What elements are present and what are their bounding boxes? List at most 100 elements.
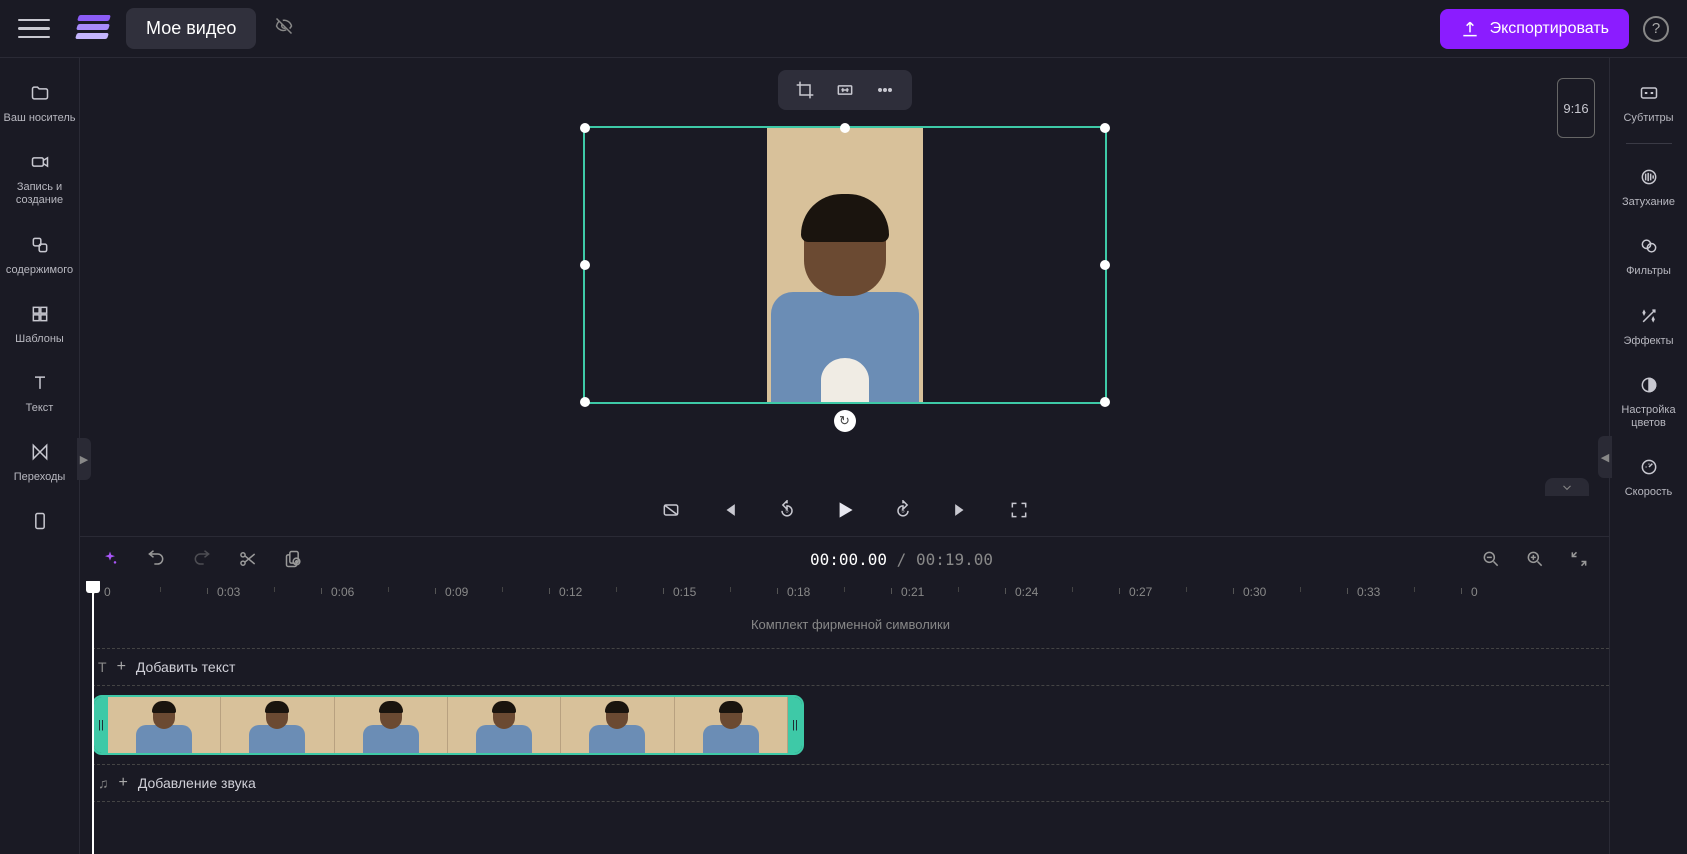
- play-button[interactable]: [831, 496, 859, 524]
- text-track-label: Добавить текст: [136, 659, 236, 675]
- current-time: 00:00.00: [810, 550, 887, 569]
- ruler-tick: 0: [1471, 585, 1478, 599]
- cc-icon: [1612, 80, 1685, 106]
- templates-icon: [2, 301, 77, 327]
- panel-label: Субтитры: [1612, 112, 1685, 125]
- resize-handle-tr[interactable]: [1100, 123, 1110, 133]
- sidebar-item-media[interactable]: Ваш носитель: [0, 70, 79, 139]
- rewind-5-button[interactable]: 5: [773, 496, 801, 524]
- safe-zones-button[interactable]: [657, 496, 685, 524]
- aspect-ratio-button[interactable]: 9:16: [1557, 78, 1595, 138]
- seek-start-button[interactable]: [715, 496, 743, 524]
- total-duration: 00:19.00: [916, 550, 993, 569]
- contrast-icon: [1612, 372, 1685, 398]
- video-track[interactable]: || ||: [92, 694, 1609, 756]
- fullscreen-button[interactable]: [1005, 496, 1033, 524]
- wand-icon: [1612, 303, 1685, 329]
- clip-trim-left[interactable]: ||: [94, 697, 108, 753]
- split-button[interactable]: [234, 545, 262, 573]
- sidebar-item-more[interactable]: [0, 498, 79, 548]
- resize-handle-tm[interactable]: [840, 123, 850, 133]
- panel-item-filters[interactable]: Фильтры: [1610, 223, 1687, 292]
- ruler-tick: 0:33: [1357, 585, 1380, 599]
- rotate-handle[interactable]: ↻: [834, 410, 856, 432]
- clip-thumbnails: [108, 697, 788, 753]
- panel-item-effects[interactable]: Эффекты: [1610, 293, 1687, 362]
- sidebar-item-text[interactable]: Текст: [0, 360, 79, 429]
- more-options-button[interactable]: [874, 79, 896, 101]
- ruler-tick: 0:21: [901, 585, 924, 599]
- visibility-off-icon[interactable]: [274, 16, 294, 41]
- add-icon: +: [119, 774, 128, 792]
- resize-handle-ml[interactable]: [580, 260, 590, 270]
- crop-button[interactable]: [794, 79, 816, 101]
- resize-handle-mr[interactable]: [1100, 260, 1110, 270]
- resize-handle-br[interactable]: [1100, 397, 1110, 407]
- ruler-tick: 0: [104, 585, 111, 599]
- panel-label: Затухание: [1612, 196, 1685, 209]
- right-sidebar: Субтитры Затухание Фильтры Эффекты Настр…: [1609, 58, 1687, 854]
- menu-button[interactable]: [18, 13, 50, 45]
- timecode-display: 00:00.00 / 00:19.00: [810, 550, 993, 569]
- seek-end-button[interactable]: [947, 496, 975, 524]
- app-logo[interactable]: [76, 15, 110, 43]
- music-icon: ♫: [98, 775, 109, 791]
- time-separator: /: [887, 550, 916, 569]
- audio-track[interactable]: ♫ + Добавление звука: [92, 764, 1609, 802]
- timeline-tracks[interactable]: 0 0:03 0:06 0:09 0:12 0:15 0:18 0:21 0:2…: [80, 581, 1609, 854]
- zoom-out-button[interactable]: [1477, 545, 1505, 573]
- camera-icon: [2, 149, 77, 175]
- audio-track-label: Добавление звука: [138, 775, 256, 791]
- forward-5-button[interactable]: 5: [889, 496, 917, 524]
- transitions-icon: [2, 439, 77, 465]
- clip-trim-right[interactable]: ||: [788, 697, 802, 753]
- ruler-tick: 0:12: [559, 585, 582, 599]
- main-content: 9:16 ↻ 5 5: [80, 58, 1609, 854]
- panel-item-color[interactable]: Настройка цветов: [1610, 362, 1687, 444]
- ruler-tick: 0:09: [445, 585, 468, 599]
- content-icon: [2, 232, 77, 258]
- panel-label: Скорость: [1612, 486, 1685, 499]
- time-ruler[interactable]: 0 0:03 0:06 0:09 0:12 0:15 0:18 0:21 0:2…: [92, 581, 1609, 609]
- fit-button[interactable]: [834, 79, 856, 101]
- panel-item-subtitles[interactable]: Субтитры: [1610, 70, 1687, 139]
- panel-item-fade[interactable]: Затухание: [1610, 154, 1687, 223]
- project-title[interactable]: Мое видео: [126, 8, 256, 49]
- export-label: Экспортировать: [1490, 20, 1609, 38]
- video-clip[interactable]: || ||: [92, 695, 804, 755]
- collapse-timeline-handle[interactable]: [1545, 478, 1589, 496]
- zoom-fit-button[interactable]: [1565, 545, 1593, 573]
- svg-text:5: 5: [901, 509, 904, 515]
- timeline-toolbar: 00:00.00 / 00:19.00: [80, 537, 1609, 581]
- app-header: Мое видео Экспортировать ?: [0, 0, 1687, 58]
- svg-text:5: 5: [785, 509, 788, 515]
- ruler-tick: 0:18: [787, 585, 810, 599]
- export-button[interactable]: Экспортировать: [1440, 9, 1629, 49]
- sidebar-item-record[interactable]: Запись и создание: [0, 139, 79, 221]
- zoom-in-button[interactable]: [1521, 545, 1549, 573]
- phone-icon: [2, 508, 77, 534]
- canvas-selection[interactable]: ↻: [583, 126, 1107, 404]
- divider: [1626, 143, 1672, 144]
- add-icon: +: [117, 658, 126, 676]
- text-track[interactable]: T + Добавить текст: [92, 648, 1609, 686]
- undo-button[interactable]: [142, 545, 170, 573]
- duplicate-button[interactable]: [280, 545, 308, 573]
- playhead[interactable]: [92, 581, 94, 854]
- sidebar-label: Ваш носитель: [2, 112, 77, 125]
- sidebar-label: Запись и создание: [2, 181, 77, 207]
- sidebar-item-templates[interactable]: Шаблоны: [0, 291, 79, 360]
- sidebar-item-transitions[interactable]: Переходы: [0, 429, 79, 498]
- speed-icon: [1612, 454, 1685, 480]
- sidebar-item-content[interactable]: содержимого: [0, 222, 79, 291]
- sidebar-label: содержимого: [2, 264, 77, 277]
- resize-handle-tl[interactable]: [580, 123, 590, 133]
- sidebar-label: Шаблоны: [2, 333, 77, 346]
- help-button[interactable]: ?: [1643, 16, 1669, 42]
- player-controls: 5 5: [80, 488, 1609, 536]
- resize-handle-bl[interactable]: [580, 397, 590, 407]
- panel-item-speed[interactable]: Скорость: [1610, 444, 1687, 513]
- ai-button[interactable]: [96, 545, 124, 573]
- ruler-tick: 0:24: [1015, 585, 1038, 599]
- redo-button[interactable]: [188, 545, 216, 573]
